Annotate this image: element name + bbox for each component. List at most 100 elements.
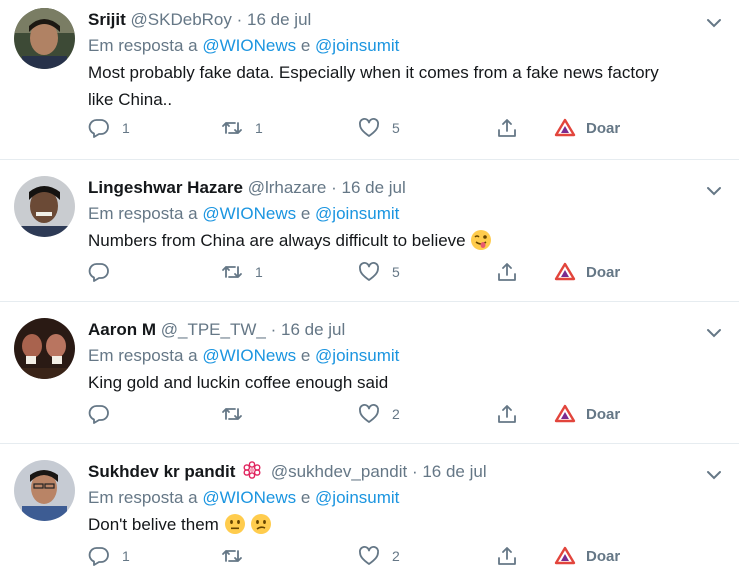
reply-context: Em resposta a @WIONews e @joinsumit [88, 204, 400, 223]
retweet-count: 1 [255, 264, 263, 280]
share-button[interactable] [496, 261, 518, 283]
tweet-date[interactable]: 16 de jul [247, 10, 311, 29]
reply-button[interactable] [88, 403, 122, 425]
separator-dot: · [411, 462, 418, 481]
tweet-date[interactable]: 16 de jul [422, 462, 486, 481]
donate-label: Doar [586, 263, 621, 281]
reply-icon [88, 405, 109, 424]
chevron-down-icon[interactable] [705, 14, 723, 32]
reply-icon [88, 119, 109, 138]
share-button[interactable] [496, 117, 518, 139]
reply-count: 1 [122, 548, 130, 564]
heart-icon [359, 118, 379, 137]
reply-feed: Srijit @SKDebRoy · 16 de jul Em resposta… [0, 0, 739, 582]
avatar[interactable] [14, 176, 75, 237]
separator-dot: · [236, 10, 243, 29]
mention-link[interactable]: @WIONews [202, 36, 296, 55]
reply-count: 1 [122, 120, 130, 136]
mention-link[interactable]: @WIONews [202, 204, 296, 223]
mention-link[interactable]: @joinsumit [315, 488, 399, 507]
donate-button[interactable]: Doar [554, 403, 620, 425]
retweet-icon [222, 408, 242, 420]
neutral-face-icon [224, 514, 245, 534]
donate-label: Doar [586, 547, 621, 565]
share-icon [498, 263, 516, 281]
winking-face-tongue-icon [471, 230, 492, 250]
reply-button[interactable]: 1 [88, 545, 130, 567]
mention-link[interactable]: @WIONews [202, 346, 296, 365]
donate-label: Doar [586, 405, 621, 423]
retweet-button[interactable]: 1 [221, 117, 263, 139]
author-handle[interactable]: @SKDebRoy [131, 10, 232, 29]
author-name[interactable]: Lingeshwar Hazare [88, 178, 243, 197]
reply-button[interactable]: 1 [88, 117, 130, 139]
action-bar: 2 Doar [88, 403, 719, 425]
share-icon [498, 405, 516, 423]
separator-dot: · [331, 178, 337, 197]
reply-button[interactable] [88, 261, 122, 283]
tweet-text: Most probably fake data. Especially when… [88, 63, 659, 109]
tweet-date[interactable]: 16 de jul [342, 178, 406, 197]
reply-context: Em resposta a @WIONews e @joinsumit [88, 346, 400, 365]
heart-icon [359, 546, 379, 565]
like-button[interactable]: 5 [358, 117, 400, 139]
action-bar: 1 1 5 Doar [88, 117, 719, 139]
brave-rewards-icon [554, 262, 576, 281]
like-count: 5 [392, 264, 400, 280]
mention-link[interactable]: @joinsumit [315, 204, 399, 223]
tweet-text: King gold and luckin coffee enough said [88, 373, 389, 392]
author-handle[interactable]: @_TPE_TW_ [161, 320, 266, 339]
retweet-count: 1 [255, 120, 263, 136]
author-name[interactable]: Sukhdev kr pandit [88, 462, 235, 481]
tweet[interactable]: Lingeshwar Hazare @lrhazare · 16 de jul … [0, 160, 739, 302]
mention-link[interactable]: @WIONews [202, 488, 296, 507]
tweet[interactable]: Sukhdev kr pandit @sukhdev_pandit · 16 d… [0, 444, 739, 582]
reply-context: Em resposta a @WIONews e @joinsumit [88, 36, 400, 55]
separator-dot: · [270, 320, 277, 339]
like-count: 5 [392, 120, 400, 136]
action-bar: 1 5 Doar [88, 261, 719, 283]
mention-link[interactable]: @joinsumit [315, 346, 399, 365]
reply-icon [88, 547, 109, 566]
chevron-down-icon[interactable] [705, 324, 723, 342]
tweet[interactable]: Srijit @SKDebRoy · 16 de jul Em resposta… [0, 0, 739, 160]
chevron-down-icon[interactable] [705, 466, 723, 484]
retweet-icon [222, 266, 242, 278]
like-button[interactable]: 2 [358, 403, 400, 425]
tweet-date[interactable]: 16 de jul [281, 320, 345, 339]
tweet-text: Don't belive them [88, 511, 728, 538]
like-button[interactable]: 2 [358, 545, 400, 567]
tweet-header: Srijit @SKDebRoy · 16 de jul [88, 8, 719, 32]
reply-icon [88, 263, 109, 282]
donate-button[interactable]: Doar [554, 261, 620, 283]
retweet-button[interactable]: 1 [221, 261, 263, 283]
author-name[interactable]: Aaron M [88, 320, 156, 339]
like-button[interactable]: 5 [358, 261, 400, 283]
avatar[interactable] [14, 8, 75, 69]
brave-rewards-icon [554, 118, 576, 137]
heart-icon [359, 262, 379, 281]
author-handle[interactable]: @sukhdev_pandit [271, 462, 407, 481]
share-button[interactable] [496, 545, 518, 567]
retweet-button[interactable] [221, 403, 255, 425]
donate-button[interactable]: Doar [554, 545, 620, 567]
retweet-icon [222, 550, 242, 562]
avatar[interactable] [14, 318, 75, 379]
tweet[interactable]: Aaron M @_TPE_TW_ · 16 de jul Em respost… [0, 302, 739, 444]
tweet-header: Sukhdev kr pandit @sukhdev_pandit · 16 d… [88, 460, 719, 484]
donate-button[interactable]: Doar [554, 117, 620, 139]
chevron-down-icon[interactable] [705, 182, 723, 200]
action-bar: 1 2 Doar [88, 545, 719, 567]
author-handle[interactable]: @lrhazare [248, 178, 327, 197]
like-count: 2 [392, 548, 400, 564]
retweet-button[interactable] [221, 545, 255, 567]
reply-context: Em resposta a @WIONews e @joinsumit [88, 488, 400, 507]
author-name[interactable]: Srijit [88, 10, 126, 29]
mention-link[interactable]: @joinsumit [315, 36, 399, 55]
avatar[interactable] [14, 460, 75, 521]
retweet-icon [222, 122, 242, 134]
like-count: 2 [392, 406, 400, 422]
brave-rewards-icon [554, 546, 576, 565]
share-button[interactable] [496, 403, 518, 425]
donate-label: Doar [586, 119, 621, 137]
